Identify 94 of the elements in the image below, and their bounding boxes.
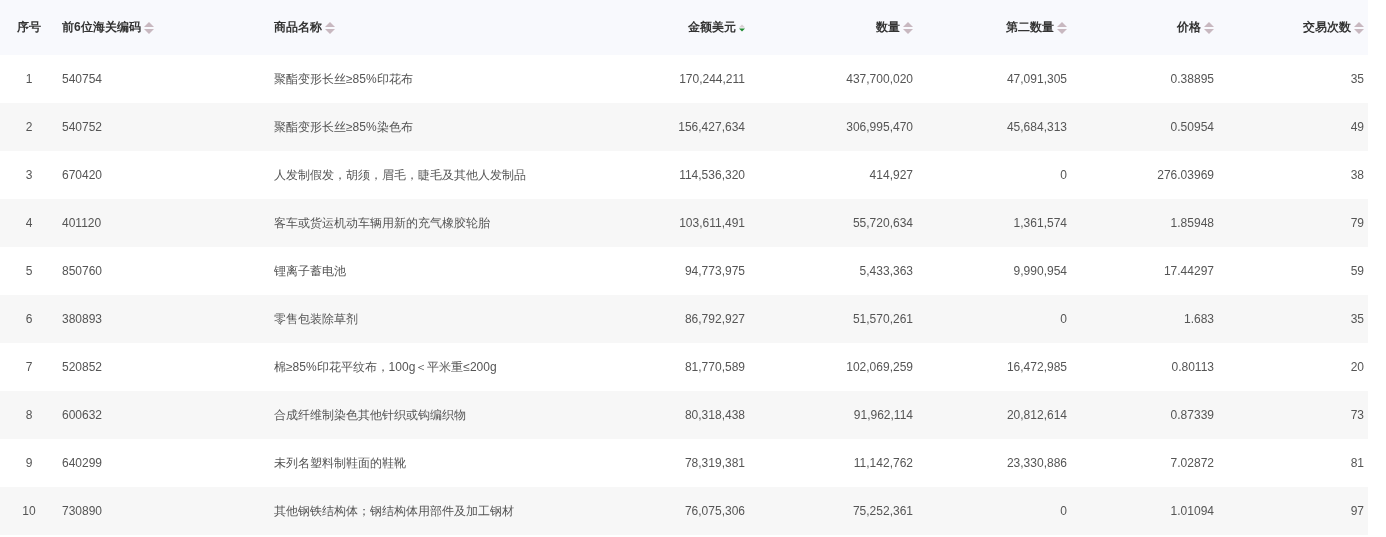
table-cell: 5 bbox=[25, 264, 33, 278]
table-cell: 4 bbox=[25, 216, 33, 230]
column-header[interactable]: 价格 bbox=[1177, 19, 1201, 36]
table-cell: 75,252,361 bbox=[852, 504, 913, 518]
table-cell: 20,812,614 bbox=[1006, 408, 1067, 422]
table-cell: 20 bbox=[1350, 360, 1364, 374]
table-cell: 1.683 bbox=[1183, 312, 1214, 326]
table-cell: 81,770,589 bbox=[684, 360, 745, 374]
table-cell: 2 bbox=[25, 120, 33, 134]
table-cell: 聚酯变形长丝≥85%染色布 bbox=[274, 118, 413, 136]
sort-icon[interactable] bbox=[143, 21, 154, 34]
table-cell: 79 bbox=[1350, 216, 1364, 230]
table-cell: 0 bbox=[1060, 312, 1067, 326]
table-cell: 9,990,954 bbox=[1013, 264, 1067, 278]
table-cell: 0.80113 bbox=[1171, 360, 1214, 374]
table-cell: 520852 bbox=[62, 360, 103, 374]
column-header[interactable]: 交易次数 bbox=[1303, 19, 1351, 36]
table-cell: 306,995,470 bbox=[846, 120, 913, 134]
table-cell: 380893 bbox=[62, 312, 103, 326]
table-cell: 16,472,985 bbox=[1006, 360, 1067, 374]
table-cell: 1.85948 bbox=[1170, 216, 1214, 230]
table-cell: 94,773,975 bbox=[684, 264, 745, 278]
sort-icon[interactable] bbox=[325, 21, 335, 34]
table-cell: 640299 bbox=[62, 456, 103, 470]
table-cell: 聚酯变形长丝≥85%印花布 bbox=[274, 70, 413, 88]
table-cell: 91,962,114 bbox=[853, 408, 913, 422]
table-cell: 114,536,320 bbox=[679, 168, 745, 182]
table-cell: 锂离子蓄电池 bbox=[274, 262, 346, 280]
table-cell: 0.87339 bbox=[1170, 408, 1214, 422]
table-cell: 76,075,306 bbox=[684, 504, 745, 518]
table-cell: 540752 bbox=[62, 120, 103, 134]
table-cell: 零售包装除草剂 bbox=[274, 310, 358, 328]
table-cell: 45,684,313 bbox=[1006, 120, 1067, 134]
table-cell: 103,611,491 bbox=[679, 216, 745, 230]
table-cell: 客车或货运机动车辆用新的充气橡胶轮胎 bbox=[274, 214, 490, 232]
column-header[interactable]: 前6位海关编码 bbox=[62, 19, 141, 36]
table-cell: 0 bbox=[1060, 504, 1067, 518]
table-cell: 其他钢铁结构体；钢结构体用部件及加工钢材 bbox=[274, 502, 514, 520]
table-cell: 0.38895 bbox=[1170, 72, 1214, 86]
table-cell: 55,720,634 bbox=[852, 216, 913, 230]
table-cell: 1 bbox=[25, 72, 33, 86]
table-cell: 棉≥85%印花平纹布，100g＜平米重≤200g bbox=[274, 358, 497, 376]
column-header[interactable]: 商品名称 bbox=[274, 19, 322, 36]
table-cell: 86,792,927 bbox=[684, 312, 745, 326]
sort-icon[interactable] bbox=[903, 21, 913, 34]
sort-icon[interactable] bbox=[1354, 21, 1364, 34]
table-cell: 59 bbox=[1350, 264, 1364, 278]
table-cell: 38 bbox=[1350, 168, 1364, 182]
table-cell: 78,319,381 bbox=[684, 456, 745, 470]
table-cell: 7.02872 bbox=[1170, 456, 1214, 470]
table-cell: 10 bbox=[22, 504, 36, 518]
table-cell: 11,142,762 bbox=[853, 456, 913, 470]
sort-icon[interactable] bbox=[1057, 21, 1067, 34]
column-header[interactable]: 数量 bbox=[876, 19, 900, 36]
table-cell: 1.01094 bbox=[1170, 504, 1214, 518]
table-cell: 0.50954 bbox=[1170, 120, 1214, 134]
table-cell: 102,069,259 bbox=[846, 360, 913, 374]
table-cell: 0 bbox=[1060, 168, 1067, 182]
table-cell: 未列名塑料制鞋面的鞋靴 bbox=[274, 454, 406, 472]
table-cell: 3 bbox=[25, 168, 33, 182]
table-cell: 51,570,261 bbox=[852, 312, 913, 326]
table-cell: 97 bbox=[1350, 504, 1364, 518]
table-cell: 合成纤维制染色其他针织或钩编织物 bbox=[274, 406, 466, 424]
table-cell: 1,361,574 bbox=[1013, 216, 1067, 230]
table-cell: 23,330,886 bbox=[1006, 456, 1067, 470]
table-cell: 81 bbox=[1350, 456, 1364, 470]
table-cell: 670420 bbox=[62, 168, 103, 182]
column-header[interactable]: 第二数量 bbox=[1006, 19, 1054, 36]
table-cell: 401120 bbox=[62, 216, 102, 230]
table-cell: 35 bbox=[1350, 312, 1364, 326]
table-cell: 600632 bbox=[62, 408, 103, 422]
table-cell: 156,427,634 bbox=[678, 120, 745, 134]
table-cell: 9 bbox=[25, 456, 33, 470]
table-cell: 80,318,438 bbox=[684, 408, 745, 422]
column-header: 序号 bbox=[17, 19, 41, 36]
table-cell: 730890 bbox=[62, 504, 103, 518]
table-cell: 17.44297 bbox=[1163, 264, 1214, 278]
table-cell: 7 bbox=[25, 360, 33, 374]
table-cell: 8 bbox=[25, 408, 33, 422]
table-cell: 437,700,020 bbox=[846, 72, 913, 86]
table-cell: 170,244,211 bbox=[679, 72, 745, 86]
table-cell: 49 bbox=[1350, 120, 1364, 134]
table-cell: 414,927 bbox=[869, 168, 913, 182]
table-cell: 850760 bbox=[62, 264, 103, 278]
sort-icon[interactable] bbox=[1204, 21, 1214, 34]
table-cell: 6 bbox=[25, 312, 33, 326]
table-cell: 73 bbox=[1350, 408, 1364, 422]
table-cell: 276.03969 bbox=[1157, 168, 1214, 182]
column-header[interactable]: 金额美元 bbox=[688, 19, 736, 36]
table-cell: 人发制假发，胡须，眉毛，睫毛及其他人发制品 bbox=[274, 166, 526, 184]
table-cell: 35 bbox=[1350, 72, 1364, 86]
table-cell: 540754 bbox=[62, 72, 103, 86]
table-cell: 47,091,305 bbox=[1006, 72, 1067, 86]
table-cell: 5,433,363 bbox=[859, 264, 913, 278]
